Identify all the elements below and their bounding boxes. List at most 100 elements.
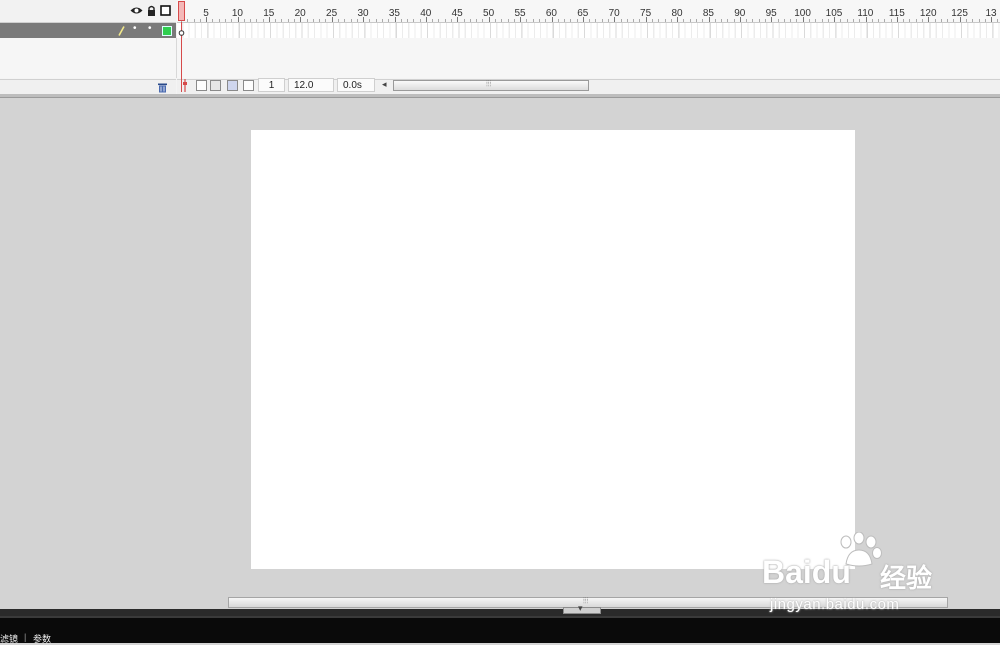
watermark-logo-text: Baidu bbox=[762, 554, 851, 590]
scroll-grip-icon: ⦙⦙⦙ bbox=[486, 79, 492, 88]
ruler-tick-mark bbox=[369, 19, 371, 22]
onion-skin-outlines-icon[interactable] bbox=[210, 80, 221, 91]
onion-skin-icon[interactable] bbox=[196, 80, 207, 91]
ruler-tick-mark bbox=[677, 17, 679, 22]
ruler-tick-mark bbox=[495, 19, 496, 22]
ruler-tick-mark bbox=[432, 19, 434, 22]
empty-keyframe-icon[interactable] bbox=[178, 29, 185, 37]
tab-parameters[interactable]: 参数 bbox=[33, 632, 51, 645]
ruler-tick-mark bbox=[576, 19, 578, 22]
frame-rate-field[interactable]: 12.0 fps bbox=[288, 78, 334, 105]
layer-outline-color[interactable] bbox=[162, 26, 172, 36]
ruler-tick-mark bbox=[438, 19, 440, 22]
ruler-tick-mark bbox=[250, 19, 252, 22]
ruler-tick-mark bbox=[878, 19, 880, 22]
edit-multiple-frames-icon[interactable] bbox=[227, 80, 238, 91]
frame-area-empty bbox=[177, 38, 1000, 78]
ruler-tick-mark bbox=[294, 19, 296, 22]
modify-onion-markers-icon[interactable] bbox=[243, 80, 254, 91]
layer-row[interactable]: • • bbox=[0, 23, 176, 38]
ruler-tick-mark bbox=[381, 19, 383, 22]
ruler-tick-mark bbox=[212, 19, 214, 22]
ruler-tick-mark bbox=[777, 19, 779, 22]
ruler-tick-mark bbox=[312, 19, 314, 22]
ruler-tick-mark bbox=[846, 19, 848, 22]
ruler-tick-mark bbox=[966, 19, 967, 22]
ruler-tick-mark bbox=[231, 19, 233, 22]
ruler-tick-mark bbox=[991, 17, 993, 22]
chevron-down-icon: ▾ bbox=[578, 603, 583, 613]
ruler-tick-mark bbox=[394, 17, 396, 22]
ruler-tick-mark bbox=[275, 19, 277, 22]
layer-visibility-dot[interactable]: • bbox=[133, 23, 137, 34]
ruler-tick-mark bbox=[538, 19, 540, 22]
layer-footer bbox=[0, 79, 176, 95]
ruler-tick-mark bbox=[658, 19, 660, 22]
ruler-tick-mark bbox=[557, 19, 559, 22]
ruler-tick-mark bbox=[783, 19, 785, 22]
ruler-tick-mark bbox=[400, 19, 402, 22]
scroll-left-arrow-icon[interactable]: ◂ bbox=[382, 79, 387, 90]
ruler-tick-mark bbox=[852, 19, 854, 22]
ruler-tick-mark bbox=[595, 19, 597, 22]
ruler-tick-mark bbox=[626, 19, 628, 22]
ruler-tick-mark bbox=[865, 17, 867, 22]
panel-collapse-button[interactable]: ▾ bbox=[563, 603, 601, 614]
lock-icon[interactable] bbox=[146, 5, 157, 16]
ruler-tick-mark bbox=[482, 19, 484, 22]
ruler-tick-mark bbox=[375, 19, 377, 22]
layer-lock-dot[interactable]: • bbox=[148, 23, 152, 34]
ruler-tick-mark bbox=[451, 19, 453, 22]
ruler-tick-mark bbox=[940, 19, 942, 22]
ruler-tick-mark bbox=[890, 19, 892, 22]
frame-ruler[interactable]: 5 10 15 20 25 30 35 40 45 50 55 60 65 70 75 80 85 90 95 100… bbox=[177, 0, 1000, 23]
ruler-tick-mark bbox=[476, 19, 478, 22]
ruler-tick-mark bbox=[702, 19, 704, 22]
tab-filters[interactable]: 滤镜 bbox=[0, 632, 18, 645]
stage-scroll-grip-icon: ⦙⦙⦙ bbox=[583, 596, 589, 605]
ruler-tick-mark bbox=[388, 19, 390, 22]
ruler-tick-mark bbox=[570, 19, 572, 22]
ruler-tick-mark bbox=[771, 17, 773, 22]
trash-icon[interactable] bbox=[157, 82, 168, 93]
ruler-tick-mark bbox=[695, 19, 697, 22]
ruler-tick-mark bbox=[915, 19, 917, 22]
ruler-tick-mark bbox=[237, 17, 239, 22]
ruler-tick-mark bbox=[425, 17, 427, 22]
outline-icon[interactable] bbox=[160, 5, 171, 16]
ruler-tick-mark bbox=[206, 17, 208, 22]
ruler-tick-mark bbox=[218, 19, 220, 22]
ruler-tick-mark bbox=[733, 19, 735, 22]
ruler-tick-mark bbox=[815, 19, 817, 22]
ruler-tick-mark bbox=[300, 17, 302, 22]
timeline-horizontal-scrollbar[interactable]: ⦙⦙⦙ bbox=[393, 79, 589, 91]
ruler-tick-mark bbox=[582, 17, 584, 22]
ruler-tick-mark bbox=[689, 19, 691, 22]
ruler-tick-mark bbox=[262, 19, 264, 22]
ruler-tick-mark bbox=[909, 19, 911, 22]
ruler-tick-mark bbox=[187, 19, 189, 22]
ruler-tick-mark bbox=[306, 19, 308, 22]
ruler-tick-mark bbox=[287, 19, 289, 22]
stage-canvas[interactable] bbox=[251, 130, 855, 569]
playhead-handle[interactable] bbox=[178, 1, 185, 21]
ruler-tick-mark bbox=[545, 19, 547, 22]
layer-list-empty bbox=[0, 38, 177, 78]
ruler-tick-mark bbox=[338, 19, 339, 22]
ruler-tick-mark bbox=[652, 19, 653, 22]
ruler-tick-mark bbox=[859, 19, 861, 22]
ruler-tick-mark bbox=[796, 19, 798, 22]
ruler-tick-mark bbox=[953, 19, 955, 22]
center-frame-icon[interactable] bbox=[181, 79, 189, 92]
frame-row[interactable] bbox=[177, 23, 1000, 38]
ruler-tick-mark bbox=[827, 19, 829, 22]
ruler-tick-mark bbox=[243, 19, 245, 22]
eye-icon[interactable] bbox=[130, 5, 143, 16]
ruler-tick-mark bbox=[532, 19, 534, 22]
ruler-tick-mark bbox=[664, 19, 666, 22]
ruler-tick-mark bbox=[551, 17, 553, 22]
ruler-tick-mark bbox=[790, 19, 792, 22]
ruler-tick-mark bbox=[407, 19, 409, 22]
pencil-icon bbox=[118, 26, 125, 36]
ruler-tick-mark bbox=[356, 19, 358, 22]
